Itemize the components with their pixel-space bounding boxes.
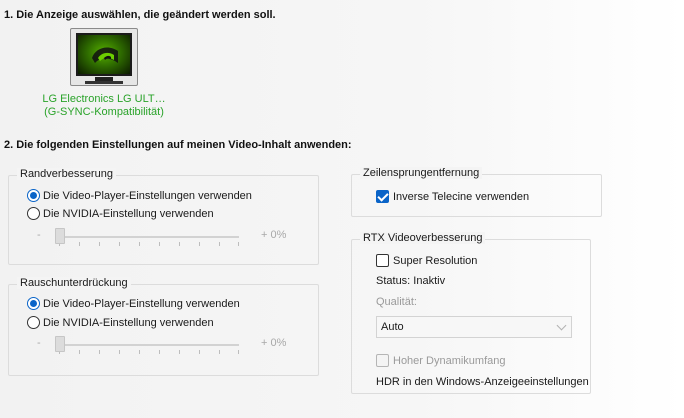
slider-track	[59, 236, 239, 238]
edge-option-player-label: Die Video-Player-Einstellungen verwenden	[43, 189, 252, 202]
edge-option-player[interactable]: Die Video-Player-Einstellungen verwenden	[27, 189, 252, 202]
noise-option-nvidia-label: Die NVIDIA-Einstellung verwenden	[43, 316, 214, 329]
display-selector[interactable]	[70, 28, 138, 86]
edge-option-nvidia-label: Die NVIDIA-Einstellung verwenden	[43, 207, 214, 220]
noise-reduction-title: Rauschunterdrückung	[17, 277, 131, 289]
deinterlacing-title: Zeilensprungentfernung	[360, 167, 483, 179]
slider-value: + 0%	[261, 229, 287, 241]
chevron-down-icon	[556, 320, 567, 331]
slider-minus: -	[37, 229, 41, 241]
section-1-heading: 1. Die Anzeige auswählen, die geändert w…	[4, 9, 276, 21]
checkbox-disabled-icon[interactable]	[376, 354, 389, 367]
slider-thumb[interactable]	[55, 228, 65, 244]
checkbox-checked-icon[interactable]	[376, 190, 389, 203]
slider-minus: -	[37, 337, 41, 349]
checkbox-unchecked-icon[interactable]	[376, 254, 389, 267]
inverse-telecine-label: Inverse Telecine verwenden	[393, 190, 530, 203]
quality-dropdown[interactable]: Auto	[376, 316, 572, 338]
edge-enhancement-group: Randverbesserung Die Video-Player-Einste…	[8, 168, 319, 265]
deinterlacing-group: Zeilensprungentfernung Inverse Telecine …	[351, 167, 602, 217]
rtx-video-title: RTX Videoverbesserung	[360, 232, 486, 244]
section-2-heading: 2. Die folgenden Einstellungen auf meine…	[4, 139, 352, 151]
hdr-label: Hoher Dynamikumfang	[393, 354, 506, 367]
nvidia-monitor-icon	[76, 33, 132, 76]
noise-option-nvidia[interactable]: Die NVIDIA-Einstellung verwenden	[27, 316, 214, 329]
nvidia-logo-icon	[92, 47, 118, 63]
inverse-telecine-checkbox[interactable]: Inverse Telecine verwenden	[376, 190, 529, 203]
edge-enhancement-title: Randverbesserung	[17, 168, 116, 180]
quality-dropdown-value: Auto	[381, 321, 404, 333]
edge-option-nvidia[interactable]: Die NVIDIA-Einstellung verwenden	[27, 207, 214, 220]
super-resolution-label: Super Resolution	[393, 254, 478, 267]
quality-label: Qualität:	[376, 296, 417, 308]
noise-slider[interactable]: - + 0%	[37, 335, 317, 355]
noise-option-player[interactable]: Die Video-Player-Einstellung verwenden	[27, 297, 240, 310]
noise-option-player-label: Die Video-Player-Einstellung verwenden	[43, 297, 240, 310]
slider-ticks	[59, 350, 239, 354]
slider-track	[59, 344, 239, 346]
slider-thumb[interactable]	[55, 336, 65, 352]
display-name[interactable]: LG Electronics LG ULT…	[30, 93, 178, 105]
monitor-base	[85, 81, 123, 84]
rtx-status: Status: Inaktiv	[376, 275, 446, 287]
radio-checked-icon[interactable]	[27, 189, 40, 202]
hdr-note: HDR in den Windows-Anzeigeeinstellungen	[376, 376, 589, 388]
radio-unchecked-icon[interactable]	[27, 316, 40, 329]
hdr-checkbox[interactable]: Hoher Dynamikumfang	[376, 354, 506, 367]
noise-reduction-group: Rauschunterdrückung Die Video-Player-Ein…	[8, 277, 319, 376]
display-subtitle[interactable]: (G-SYNC-Kompatibilität)	[30, 106, 178, 118]
slider-value: + 0%	[261, 337, 287, 349]
rtx-video-group: RTX Videoverbesserung Super Resolution S…	[351, 232, 591, 394]
radio-unchecked-icon[interactable]	[27, 207, 40, 220]
edge-slider[interactable]: - + 0%	[37, 227, 317, 247]
radio-checked-icon[interactable]	[27, 297, 40, 310]
slider-ticks	[59, 242, 239, 246]
super-resolution-checkbox[interactable]: Super Resolution	[376, 254, 477, 267]
